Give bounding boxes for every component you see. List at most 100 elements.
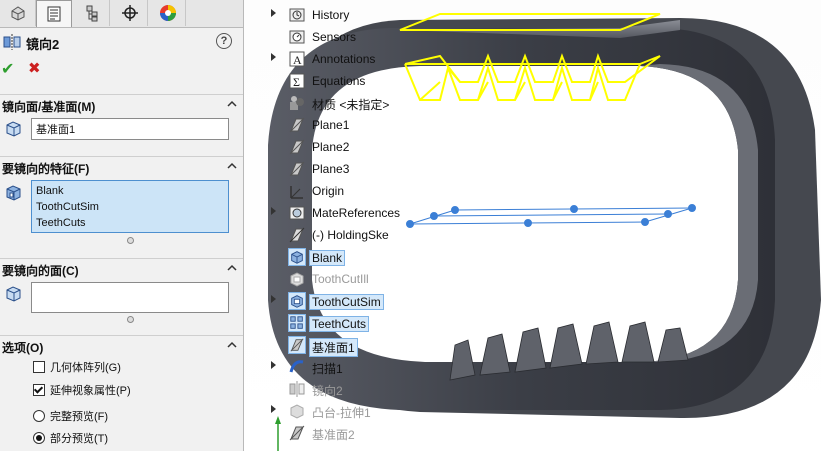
tree-node[interactable]: History	[270, 4, 430, 25]
sketch-icon	[289, 227, 305, 243]
checkbox-box[interactable]	[33, 384, 45, 396]
chevron-up-icon[interactable]	[226, 160, 238, 172]
svg-text:A: A	[293, 53, 302, 67]
tree-node[interactable]: 凸台-拉伸1	[270, 400, 430, 421]
tree-node[interactable]: ToothCutIll	[270, 268, 430, 289]
tree-node[interactable]: 扫描1	[270, 356, 430, 377]
options-header-label: 选项(O)	[2, 341, 44, 355]
expand-arrow-icon[interactable]	[271, 405, 276, 413]
expand-arrow-icon[interactable]	[271, 361, 276, 369]
list-item[interactable]: ToothCutSim	[36, 199, 224, 215]
partial-preview-radio[interactable]: 部分预览(T)	[33, 429, 108, 447]
dimxpert-tab[interactable]	[112, 0, 148, 26]
features-list[interactable]: Blank ToothCutSim TeethCuts	[31, 180, 229, 233]
tree-node[interactable]: 基准面2	[270, 422, 430, 443]
mate-references-icon	[289, 206, 305, 220]
tree-node[interactable]: Plane1	[270, 114, 430, 135]
tree-node-label: Origin	[312, 184, 345, 198]
feature-manager-tab[interactable]	[0, 0, 36, 26]
tree-node[interactable]: 镜向2	[270, 378, 430, 399]
extrude-icon	[288, 248, 306, 266]
tree-node-label: Plane1	[312, 118, 350, 132]
tree-node[interactable]: 材质 <未指定>	[270, 92, 430, 113]
ok-button[interactable]: ✔	[1, 59, 14, 79]
checkbox-box[interactable]	[33, 361, 45, 373]
dimxpert-tab-icon	[121, 5, 138, 21]
list-item[interactable]: Blank	[36, 183, 224, 199]
list-item[interactable]: TeethCuts	[36, 215, 224, 231]
configuration-manager-tab[interactable]	[74, 0, 110, 26]
full-preview-label: 完整预览(F)	[50, 411, 109, 423]
faces-group-header[interactable]: 要镜向的面(C)	[0, 258, 243, 279]
partial-preview-label: 部分预览(T)	[50, 433, 109, 445]
expand-arrow-icon[interactable]	[271, 207, 276, 215]
feature-select-icon	[6, 185, 21, 201]
display-manager-tab[interactable]	[150, 0, 186, 26]
faces-list[interactable]	[31, 282, 229, 313]
tree-node-label: MateReferences	[312, 206, 401, 220]
features-group-header[interactable]: 要镜向的特征(F)	[0, 156, 243, 177]
tree-node[interactable]: Blank	[270, 246, 430, 267]
propagate-visual-label: 延伸视象属性(P)	[50, 385, 131, 397]
sweep-icon	[289, 360, 304, 373]
list-resize-handle[interactable]	[127, 237, 134, 244]
plane-icon	[289, 117, 305, 133]
expand-arrow-icon[interactable]	[271, 53, 276, 61]
tree-node[interactable]: TeethCuts	[270, 312, 430, 333]
tree-node[interactable]: MateReferences	[270, 202, 430, 223]
graphics-viewport[interactable]: History Sensors A Annotations Σ Equations 材质 <…	[244, 0, 821, 451]
tree-node[interactable]: Sensors	[270, 26, 430, 47]
plane-icon	[289, 161, 305, 177]
sensors-icon	[289, 30, 305, 44]
tree-node-label: Annotations	[312, 52, 376, 66]
faces-header-label: 要镜向的面(C)	[2, 264, 79, 278]
mirror-face-group-header[interactable]: 镜向面/基准面(M)	[0, 94, 243, 115]
pattern-icon	[288, 314, 306, 332]
expand-arrow-icon[interactable]	[271, 295, 276, 303]
mirror-face-header-label: 镜向面/基准面(M)	[2, 100, 96, 114]
face-select-icon	[6, 286, 21, 302]
radio-circle[interactable]	[33, 432, 45, 444]
tree-node[interactable]: Origin	[270, 180, 430, 201]
feature-title-row: 镜向2 ?	[0, 30, 243, 54]
cut-icon	[290, 272, 304, 287]
history-folder-icon	[289, 8, 305, 22]
help-button[interactable]: ?	[216, 33, 232, 49]
mirror-face-field[interactable]: 基准面1	[31, 118, 229, 140]
origin-icon	[290, 186, 303, 199]
property-manager-tab-icon	[47, 6, 61, 22]
tree-node[interactable]: ToothCutSim	[270, 290, 430, 311]
tree-node[interactable]: Plane3	[270, 158, 430, 179]
features-header-label: 要镜向的特征(F)	[2, 162, 90, 176]
tree-node[interactable]: (-) HoldingSke	[270, 224, 430, 245]
tree-node[interactable]: Σ Equations	[270, 70, 430, 91]
plane-icon	[289, 425, 305, 441]
radio-circle[interactable]	[33, 410, 45, 422]
tree-node-label: 基准面1	[309, 338, 358, 357]
tree-node-label: History	[312, 8, 350, 22]
cancel-button[interactable]: ✖	[28, 59, 41, 77]
property-manager-panel: 镜向2 ? ✔ ✖ 镜向面/基准面(M) 基准面1 要镜向的特征(F) Blan…	[0, 0, 244, 451]
tree-node[interactable]: Plane2	[270, 136, 430, 157]
full-preview-radio[interactable]: 完整预览(F)	[33, 407, 108, 425]
options-group-header[interactable]: 选项(O)	[0, 335, 243, 356]
chevron-up-icon[interactable]	[226, 262, 238, 274]
tree-node[interactable]: 基准面1	[270, 334, 430, 357]
property-manager-tab[interactable]	[36, 0, 72, 27]
tree-node-label: TeethCuts	[309, 316, 370, 332]
boss-extrude-icon	[290, 404, 304, 419]
list-resize-handle[interactable]	[127, 316, 134, 323]
propagate-visual-checkbox[interactable]: 延伸视象属性(P)	[33, 381, 131, 399]
feature-tree-flyout: History Sensors A Annotations Σ Equations 材质 <…	[270, 0, 430, 451]
geometry-pattern-checkbox[interactable]: 几何体阵列(G)	[33, 358, 121, 376]
expand-arrow-icon[interactable]	[271, 9, 276, 17]
tree-node-label: ToothCutIll	[312, 272, 369, 286]
material-icon	[290, 96, 304, 110]
tree-node[interactable]: A Annotations	[270, 48, 430, 69]
chevron-up-icon[interactable]	[226, 98, 238, 110]
tree-node-label: Equations	[312, 74, 366, 88]
manager-tab-strip	[0, 0, 243, 28]
chevron-up-icon[interactable]	[226, 339, 238, 351]
tree-node-label: 材质 <未指定>	[312, 98, 390, 112]
plane-icon	[288, 336, 306, 354]
